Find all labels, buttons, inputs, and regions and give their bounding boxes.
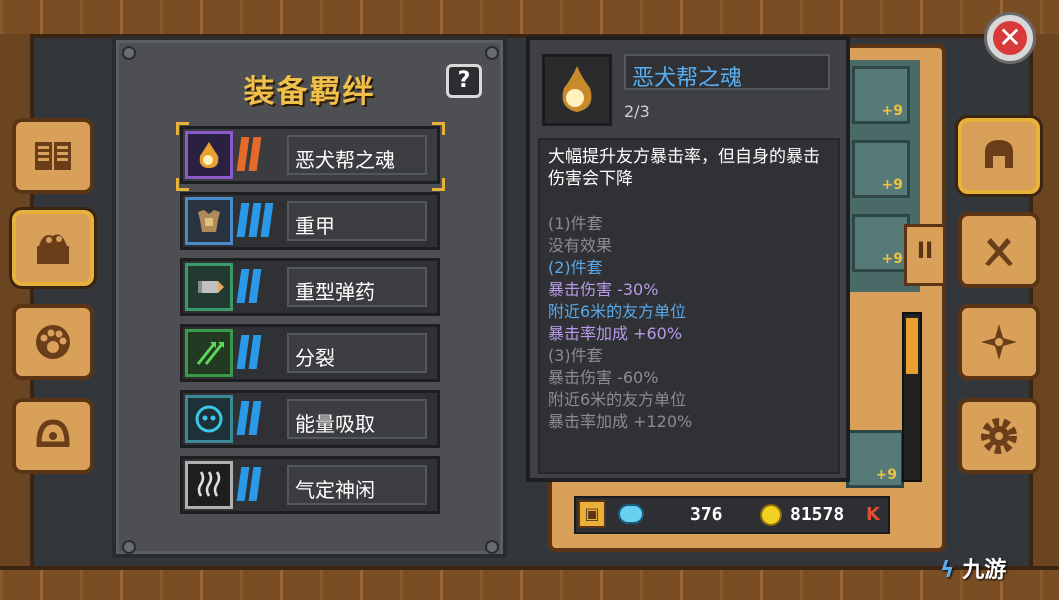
tier-line: 没有效果 (548, 236, 613, 255)
wood-frame-right (1029, 34, 1059, 566)
bell-icon (36, 419, 70, 447)
bond-panel: 装备羁绊 ? 恶犬帮之魂 重甲 重型弹药 分裂 能量吸取 气定神闲 (112, 36, 507, 558)
tier-line: 暴击率加成 +60% (548, 324, 683, 343)
tab-pets[interactable] (12, 304, 94, 380)
bond-progress: 2/3 (624, 102, 650, 121)
bond-label-box: 重甲 (287, 201, 427, 241)
inventory-slot[interactable]: +9 (852, 66, 910, 124)
codex-book-icon (35, 142, 71, 170)
scrollbar-thumb[interactable] (906, 318, 918, 374)
bond-label-box: 重型弹药 (287, 267, 427, 307)
inventory-slot[interactable]: +9 (846, 430, 904, 488)
selection-corner (432, 122, 445, 135)
bond-count (236, 467, 273, 503)
enhance-level: +9 (881, 103, 903, 119)
close-button[interactable]: ✕ (984, 12, 1036, 64)
bond-count (236, 401, 273, 437)
enhance-level: +9 (881, 251, 903, 267)
bond-count (236, 269, 273, 305)
bond-row-4[interactable]: 能量吸取 (180, 390, 440, 448)
bond-row-5[interactable]: 气定神闲 (180, 456, 440, 514)
bond-row-1[interactable]: 重甲 (180, 192, 440, 250)
page-marker[interactable]: II (904, 224, 946, 286)
flame-spirit-icon (185, 131, 233, 179)
gem-count: 376 (690, 504, 723, 525)
bond-label: 重型弹药 (295, 280, 375, 304)
bond-label-box: 分裂 (287, 333, 427, 373)
close-icon: ✕ (993, 21, 1027, 55)
bond-row-3[interactable]: 分裂 (180, 324, 440, 382)
tier-line: 暴击率加成 +120% (548, 412, 693, 431)
rivet (485, 540, 499, 554)
energy-drain-icon (185, 395, 233, 443)
rivet (485, 46, 499, 60)
rivet (122, 46, 136, 60)
bond-label-box: 气定神闲 (287, 465, 427, 505)
heavy-armor-icon (185, 197, 233, 245)
tier-line: (3)件套 (548, 346, 603, 365)
talent-icon (981, 324, 1017, 360)
enhance-level: +9 (881, 177, 903, 193)
wood-frame-bottom (0, 566, 1059, 600)
tier-line: 暴击伤害 -60% (548, 368, 659, 387)
bond-label: 能量吸取 (295, 412, 375, 436)
split-arrows-icon (185, 329, 233, 377)
enhance-level: +9 (875, 467, 897, 483)
tab-codex[interactable] (12, 118, 94, 194)
bond-detail-tooltip: 恶犬帮之魂 2/3 大幅提升友方暴击率，但自身的暴击伤害会下降 (1)件套 没有… (526, 36, 850, 482)
help-button[interactable]: ? (446, 64, 482, 98)
coin-count: 81578 (790, 504, 845, 525)
bond-count (236, 203, 274, 239)
weapons-icon (985, 238, 1013, 266)
tab-weapons[interactable] (958, 212, 1040, 288)
equipment-chest-icon (37, 234, 69, 264)
selection-corner (176, 178, 189, 191)
heavy-ammo-icon (185, 263, 233, 311)
selection-corner (432, 178, 445, 191)
tier-line: 暴击伤害 -30% (548, 280, 659, 299)
rivet (122, 540, 136, 554)
panel-title: 装备羁绊 (243, 74, 376, 110)
tier-line: (1)件套 (548, 214, 603, 233)
coin-suffix: K (866, 504, 880, 525)
tier-line: 附近6米的友方单位 (548, 302, 687, 321)
bond-label: 恶犬帮之魂 (295, 148, 395, 172)
bond-label: 分裂 (295, 346, 335, 370)
tooltip-name-box: 恶犬帮之魂 (624, 54, 830, 91)
wood-frame-top (0, 0, 1059, 38)
pet-paw-icon (36, 325, 70, 359)
helmet-icon (985, 140, 1013, 168)
flame-spirit-icon (542, 54, 612, 126)
tooltip-description-box: 大幅提升友方暴击率，但自身的暴击伤害会下降 (1)件套 没有效果 (2)件套 暴… (538, 138, 840, 474)
inventory-slot[interactable]: +9 (852, 214, 910, 272)
bond-label: 气定神闲 (295, 478, 375, 502)
tab-armor[interactable] (958, 118, 1040, 194)
gear-icon (981, 418, 1017, 454)
wood-frame-left (0, 34, 34, 566)
watermark: ϟ 九游 (940, 558, 1007, 583)
calm-steam-icon (185, 461, 233, 509)
lock-icon[interactable]: ▣ (578, 500, 606, 528)
bond-name: 恶犬帮之魂 (632, 66, 743, 91)
inventory-slot[interactable]: +9 (852, 140, 910, 198)
tab-talent[interactable] (958, 304, 1040, 380)
bond-row-0[interactable]: 恶犬帮之魂 (180, 126, 440, 184)
tab-equipment[interactable] (12, 210, 94, 286)
tab-settings[interactable] (958, 398, 1040, 474)
bond-count (236, 335, 273, 371)
watermark-text: 九游 (962, 558, 1007, 583)
tier-line: (2)件套 (548, 258, 603, 277)
bond-label: 重甲 (295, 214, 335, 238)
bond-label-box: 恶犬帮之魂 (287, 135, 427, 175)
gem-icon (618, 504, 644, 524)
bond-row-2[interactable]: 重型弹药 (180, 258, 440, 316)
tab-bell[interactable] (12, 398, 94, 474)
selection-corner (176, 122, 189, 135)
bond-label-box: 能量吸取 (287, 399, 427, 439)
bond-description: 大幅提升友方暴击率，但自身的暴击伤害会下降 (548, 147, 820, 189)
bond-count (236, 137, 273, 173)
tier-line: 附近6米的友方单位 (548, 390, 687, 409)
coin-icon (760, 504, 782, 526)
